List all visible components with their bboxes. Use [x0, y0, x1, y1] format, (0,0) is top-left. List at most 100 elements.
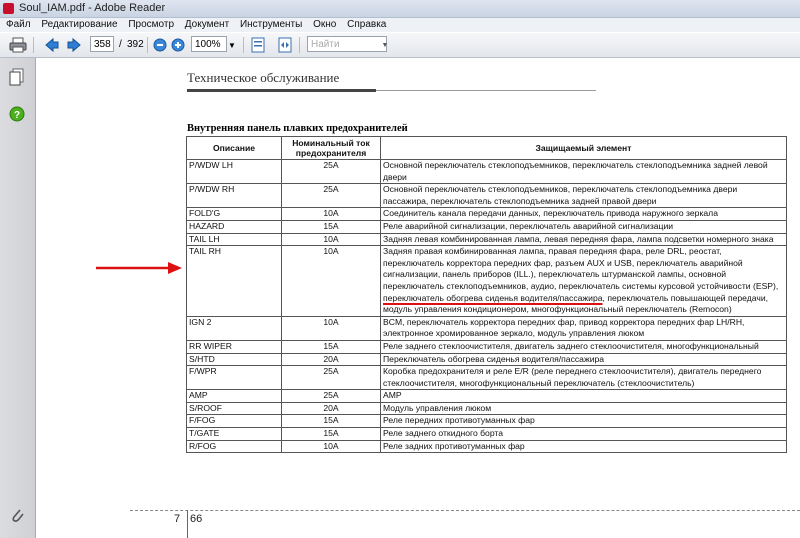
- table-row: R/FOG 10A Реле задних противотуманных фар: [186, 439, 787, 454]
- fit-width-button[interactable]: [276, 36, 294, 54]
- fuse-description: Основной переключатель стеклоподъемников…: [380, 158, 787, 185]
- underlined-annotation: переключатель обогрева сиденья водителя/…: [383, 292, 603, 303]
- chevron-down-icon: ▼: [228, 40, 236, 50]
- fuse-rating: 15A: [281, 219, 381, 234]
- help-button[interactable]: ?: [9, 106, 25, 127]
- fuse-rating: 15A: [281, 427, 381, 441]
- column-header: Номинальный ток предохранителя: [281, 136, 381, 160]
- menu-edit[interactable]: Редактирование: [41, 19, 117, 30]
- table-row: HAZARD 15A Реле аварийной сигнализации, пе…: [186, 219, 787, 234]
- menu-window[interactable]: Окно: [313, 19, 336, 30]
- menu-bar: Файл Редактирование Просмотр Документ Ин…: [0, 18, 800, 32]
- fuse-rating: 25A: [281, 183, 381, 209]
- prev-page-button[interactable]: [42, 36, 62, 54]
- next-page-icon: [67, 37, 81, 53]
- page-number: 66: [190, 513, 203, 525]
- table-row: S/ROOF 20A Модуль управления люком: [186, 401, 787, 416]
- fuse-description: Реле передних противотуманных фар: [380, 414, 787, 429]
- toolbar: 358 / 392 100% ▼ Найти ▼: [0, 33, 800, 58]
- table-row: T/GATE 15A Реле заднего откидного борта: [186, 427, 787, 441]
- page-total: 392: [127, 39, 144, 50]
- fuse-name: T/GATE: [186, 427, 282, 441]
- page-separator: /: [119, 39, 122, 50]
- zoom-dropdown[interactable]: ▼: [227, 36, 237, 54]
- header-rule: [187, 89, 376, 92]
- fuse-description: AMP: [380, 389, 787, 403]
- fuse-rating: 25A: [281, 389, 381, 403]
- table-row: RR WIPER 15A Реле заднего стеклоочистителя…: [186, 339, 787, 354]
- pages-button[interactable]: [9, 68, 25, 91]
- find-dropdown[interactable]: ▼: [381, 36, 389, 54]
- zoom-in-icon: [171, 38, 185, 52]
- prev-page-icon: [45, 37, 59, 53]
- table-row: FOLD'G 10A Соединитель канала передачи дан…: [186, 207, 787, 221]
- fuse-name: R/FOG: [186, 439, 282, 454]
- description-text: Задняя правая комбинированная лампа, пра…: [383, 246, 779, 291]
- fuse-name: S/ROOF: [186, 401, 282, 416]
- menu-tools[interactable]: Инструменты: [240, 19, 302, 30]
- zoom-in-button[interactable]: [170, 36, 186, 54]
- next-page-button[interactable]: [64, 36, 84, 54]
- fuse-description: BCM, переключатель корректора передних ф…: [380, 315, 787, 341]
- page-break: [130, 510, 800, 511]
- fuse-description: Модуль управления люком: [380, 401, 787, 416]
- zoom-input[interactable]: 100%: [191, 36, 227, 52]
- document-view[interactable]: Техническое обслуживание Внутренняя пане…: [36, 58, 800, 538]
- table-row: F/WPR 25A Коробка предохранителя и реле E/…: [186, 365, 787, 391]
- menu-view[interactable]: Просмотр: [128, 19, 174, 30]
- fuse-name: FOLD'G: [186, 207, 282, 221]
- zoom-out-button[interactable]: [152, 36, 168, 54]
- fuse-description: Реле задних противотуманных фар: [380, 439, 787, 454]
- menu-help[interactable]: Справка: [347, 19, 386, 30]
- fuse-rating: 20A: [281, 401, 381, 416]
- attachments-button[interactable]: [9, 506, 25, 529]
- menu-file[interactable]: Файл: [6, 19, 31, 30]
- fuse-description: Реле аварийной сигнализации, переключате…: [380, 219, 787, 234]
- fuse-name: F/FOG: [186, 414, 282, 429]
- table-row: IGN 2 10A BCM, переключатель корректора пе…: [186, 315, 787, 341]
- fit-width-icon: [278, 37, 292, 53]
- fuse-rating: 20A: [281, 352, 381, 367]
- fuse-rating: 25A: [281, 158, 381, 185]
- table-header-row: Описание Номинальный ток предохранителя …: [186, 136, 787, 160]
- title-bar: Soul_IAM.pdf - Adobe Reader: [0, 0, 800, 18]
- find-input[interactable]: Найти: [307, 36, 387, 52]
- fuse-name: F/WPR: [186, 365, 282, 391]
- fuse-description: Задняя левая комбинированная лампа, лева…: [380, 232, 787, 247]
- fuse-name: HAZARD: [186, 219, 282, 234]
- column-header: Описание: [186, 136, 282, 160]
- fuse-name: AMP: [186, 389, 282, 403]
- fuse-rating: 25A: [281, 365, 381, 391]
- fuse-table: Описание Номинальный ток предохранителя …: [186, 136, 787, 454]
- page-number-divider: [187, 510, 188, 538]
- app-pdf-icon: [3, 3, 14, 14]
- table-row: P/WDW LH 25A Основной переключатель стекло…: [186, 158, 787, 185]
- fuse-rating: 10A: [281, 207, 381, 221]
- table-row: S/HTD 20A Переключатель обогрева сиденья в…: [186, 352, 787, 367]
- fuse-name: TAIL LH: [186, 232, 282, 247]
- fuse-description: Задняя правая комбинированная лампа, пра…: [380, 245, 787, 317]
- print-icon: [9, 37, 27, 53]
- navigation-pane: ?: [0, 58, 36, 538]
- table-row-highlighted: TAIL RH 10A Задняя правая комбинированная …: [186, 245, 787, 317]
- fuse-name: P/WDW LH: [186, 158, 282, 185]
- fuse-rating: 10A: [281, 439, 381, 454]
- fuse-description: Коробка предохранителя и реле E/R (реле …: [380, 365, 787, 391]
- fuse-description: Реле заднего откидного борта: [380, 427, 787, 441]
- fuse-name: RR WIPER: [186, 339, 282, 354]
- table-row: P/WDW RH 25A Основной переключатель стекло…: [186, 183, 787, 209]
- fuse-rating: 15A: [281, 339, 381, 354]
- fit-page-button[interactable]: [249, 36, 267, 54]
- table-row: AMP 25A AMP: [186, 389, 787, 403]
- fuse-rating: 15A: [281, 414, 381, 429]
- header-rule-light: [376, 90, 596, 91]
- fuse-description: Основной переключатель стеклоподъемников…: [380, 183, 787, 209]
- attachment-icon: [12, 509, 24, 522]
- page-header: Техническое обслуживание: [187, 70, 340, 85]
- table-row: F/FOG 15A Реле передних противотуманных фа…: [186, 414, 787, 429]
- table-row: TAIL LH 10A Задняя левая комбинированная л…: [186, 232, 787, 247]
- print-button[interactable]: [8, 36, 28, 54]
- window-title: Soul_IAM.pdf - Adobe Reader: [19, 2, 166, 14]
- menu-document[interactable]: Документ: [185, 19, 229, 30]
- page-number-input[interactable]: 358: [90, 36, 114, 52]
